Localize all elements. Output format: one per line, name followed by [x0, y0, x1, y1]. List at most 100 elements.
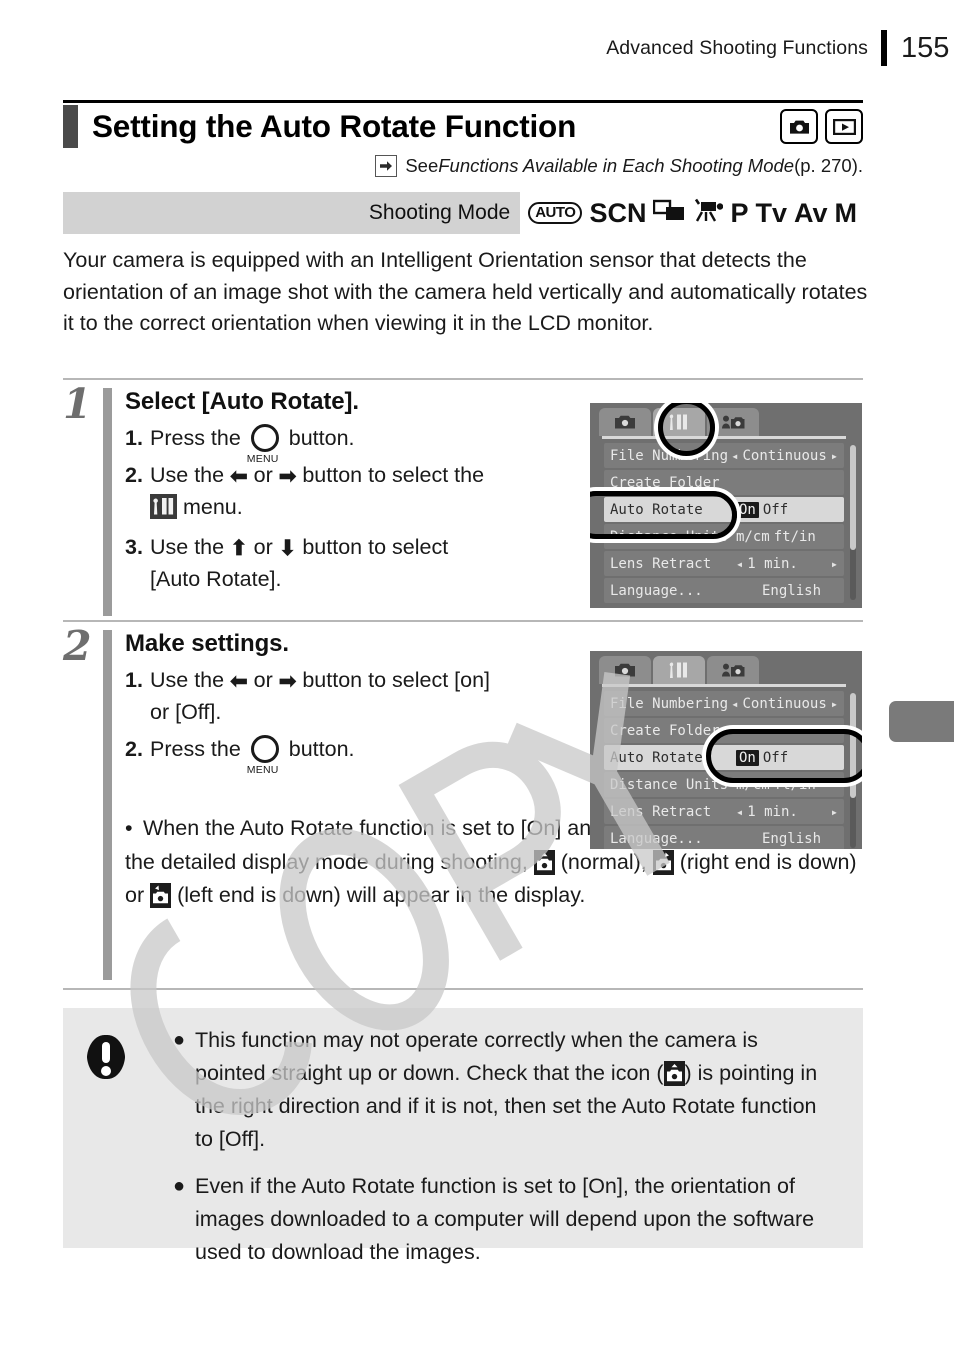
- shooting-mode-glyph-panel: AUTO SCN P Tv Av M: [520, 192, 863, 234]
- lcd-rows-1: File Numbering ◂ Continuous ▸ Create Folde…: [604, 443, 844, 605]
- right-caret-icon: ▸: [830, 696, 838, 711]
- step-1-substep-2: 2. Use the ⬅ or ➡ button to select the m…: [125, 460, 625, 522]
- page-number: 155: [901, 31, 950, 64]
- camera-tab-icon[interactable]: [599, 656, 651, 684]
- row-label: Distance Units: [610, 776, 729, 793]
- left-caret-icon: ◂: [731, 696, 739, 711]
- myamera-tab-icon[interactable]: [707, 656, 759, 684]
- row-label: Create Folder: [610, 474, 720, 491]
- step-2-title: Make settings.: [125, 630, 289, 657]
- left-arrow-icon: ⬅: [230, 670, 248, 693]
- movie-icon: [693, 198, 724, 229]
- right-caret-icon: ▸: [830, 448, 838, 463]
- row-label: Lens Retract: [610, 803, 712, 820]
- mode-av: Av: [793, 197, 828, 228]
- lcd-row-language[interactable]: Language... English: [604, 826, 844, 849]
- right-caret-icon: ▸: [830, 804, 838, 819]
- row-label: File Numbering: [610, 695, 729, 712]
- step-1-bar: [103, 388, 112, 616]
- off-option: Off: [762, 749, 789, 766]
- shooting-mode-bar: Shooting Mode AUTO SCN P Tv Av M: [63, 192, 863, 234]
- lcd-row-lens-retract[interactable]: Lens Retract ◂ 1 min. ▸: [604, 551, 844, 576]
- substep-number: 2.: [125, 463, 143, 487]
- lcd-scrollbar-thumb[interactable]: [850, 445, 856, 550]
- row-label: Lens Retract: [610, 555, 712, 572]
- see-also-reference: Functions Available in Each Shooting Mod…: [438, 155, 795, 176]
- lcd-row-auto-rotate[interactable]: Auto Rotate On Off: [604, 745, 844, 770]
- imperial-option: ft/in: [773, 528, 816, 545]
- step-1-number: 1: [63, 380, 92, 428]
- step-2-bar: [103, 630, 112, 980]
- page-title: Setting the Auto Rotate Function: [92, 108, 577, 144]
- substep-number: 1.: [125, 668, 143, 692]
- row-value: On Off: [736, 749, 844, 766]
- myamera-tab-icon[interactable]: [707, 408, 759, 436]
- metric-option: m/cm: [736, 776, 770, 793]
- note-bullet: •: [125, 816, 133, 840]
- imperial-option: ft/in: [773, 776, 816, 793]
- exclamation-icon: [85, 1033, 127, 1081]
- orientation-left-end-down-icon: [150, 883, 172, 908]
- left-caret-icon: ◂: [736, 556, 744, 571]
- down-arrow-icon: ⬇: [278, 537, 297, 560]
- caution-item-2-text: Even if the Auto Rotate function is set …: [195, 1174, 815, 1264]
- caution-items: ● This function may not operate correctl…: [173, 1024, 833, 1283]
- lcd-row-distance-units[interactable]: Distance Units m/cm ft/in: [604, 524, 844, 549]
- row-label: Language...: [610, 830, 703, 847]
- intro-paragraph: Your camera is equipped with an Intellig…: [63, 248, 868, 335]
- lcd-row-create-folder[interactable]: Create Folder: [604, 718, 844, 743]
- tools-menu-icon: [150, 494, 177, 519]
- lcd-row-language[interactable]: Language... English: [604, 578, 844, 603]
- step-1-body: Select [Auto Rotate]. 1. Press the MENU …: [125, 388, 625, 595]
- lcd-row-file-numbering[interactable]: File Numbering ◂ Continuous ▸: [604, 691, 844, 716]
- bullet-icon: ●: [173, 1175, 186, 1197]
- lcd-screen-step1: File Numbering ◂ Continuous ▸ Create Folde…: [590, 403, 862, 608]
- substep-text: Press the MENU button.: [150, 424, 355, 465]
- orientation-normal-icon: [533, 849, 555, 875]
- see-also-prefix: See: [405, 155, 439, 176]
- on-option: On: [736, 501, 759, 518]
- tools-tab-icon[interactable]: [653, 656, 705, 684]
- orientation-normal-icon: [663, 1061, 685, 1086]
- tools-tab-icon[interactable]: [653, 408, 705, 436]
- step-2-substep-2: 2. Press the MENU button.: [125, 734, 625, 776]
- bullet-icon: ●: [173, 1029, 186, 1051]
- caution-item-2: ● Even if the Auto Rotate function is se…: [173, 1170, 833, 1269]
- see-also-line: See Functions Available in Each Shooting…: [63, 155, 863, 177]
- playback-mode-icon: [825, 109, 863, 144]
- row-label: Auto Rotate: [610, 749, 703, 766]
- left-arrow-icon: ⬅: [230, 465, 248, 488]
- lcd-tab-separator: [602, 436, 846, 439]
- lcd-row-lens-retract[interactable]: Lens Retract ◂ 1 min. ▸: [604, 799, 844, 824]
- mode-auto: AUTO: [528, 202, 583, 224]
- lcd-row-auto-rotate[interactable]: Auto Rotate On Off: [604, 497, 844, 522]
- menu-button-icon: MENU: [247, 424, 283, 465]
- metric-option: m/cm: [736, 528, 770, 545]
- title-row: Setting the Auto Rotate Function: [63, 103, 863, 150]
- lcd-row-create-folder[interactable]: Create Folder: [604, 470, 844, 495]
- caution-box: ● This function may not operate correctl…: [63, 1008, 863, 1264]
- manual-page: Advanced Shooting Functions 155 Setting …: [0, 0, 954, 1345]
- left-caret-icon: ◂: [731, 448, 739, 463]
- menu-button-icon: MENU: [247, 735, 283, 776]
- step2-bottom-rule: [63, 988, 863, 990]
- lcd-tab-separator: [602, 684, 846, 687]
- step-1-title: Select [Auto Rotate].: [125, 388, 359, 415]
- lcd-row-distance-units[interactable]: Distance Units m/cm ft/in: [604, 772, 844, 797]
- row-value: m/cm ft/in: [736, 777, 844, 793]
- row-value: On Off: [736, 501, 844, 518]
- step-2-number: 2: [63, 622, 92, 670]
- lcd-tabs-1: [599, 408, 759, 436]
- title-accent-bar: [63, 105, 78, 148]
- row-value: m/cm ft/in: [736, 529, 844, 545]
- step2-top-rule: [63, 620, 863, 622]
- left-caret-icon: ◂: [736, 804, 744, 819]
- row-label: Auto Rotate: [610, 501, 703, 518]
- lcd-scrollbar-thumb[interactable]: [850, 693, 856, 798]
- header-divider: [881, 30, 887, 66]
- camera-tab-icon[interactable]: [599, 408, 651, 436]
- right-caret-icon: ▸: [830, 556, 838, 571]
- step-2-substep-1: 1. Use the ⬅ or ➡ button to select [on] o…: [125, 665, 625, 727]
- see-also-suffix: (p. 270).: [794, 155, 863, 176]
- lcd-row-file-numbering[interactable]: File Numbering ◂ Continuous ▸: [604, 443, 844, 468]
